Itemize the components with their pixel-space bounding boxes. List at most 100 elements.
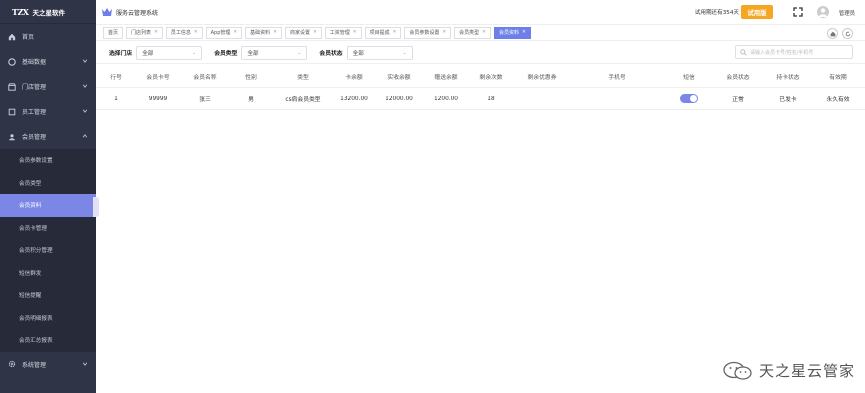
tab-label: 项目提成 bbox=[369, 30, 390, 36]
sms-toggle[interactable] bbox=[680, 94, 698, 103]
remaining-times: 18 bbox=[487, 95, 495, 102]
close-icon[interactable]: ✕ bbox=[522, 30, 526, 35]
tab-merchant-settings[interactable]: 商家设置 ✕ bbox=[284, 26, 322, 39]
gender: 男 bbox=[248, 97, 254, 103]
close-icon[interactable]: ✕ bbox=[442, 30, 446, 35]
sidebar-subitem-member-params[interactable]: 会员参数设置 bbox=[0, 149, 96, 172]
sidebar-item-label: 门店管理 bbox=[22, 84, 47, 91]
tab-label: 首页 bbox=[108, 30, 119, 36]
sidebar-subitem-member-type[interactable]: 会员类型 bbox=[0, 171, 96, 194]
member-status-select-value: 全部 bbox=[352, 50, 364, 57]
chevron-down-icon bbox=[82, 59, 88, 63]
tab-salary[interactable]: 工资管理 ✕ bbox=[324, 26, 362, 39]
tab-label: 会员参数设置 bbox=[409, 30, 440, 36]
close-icon[interactable]: ✕ bbox=[154, 30, 158, 35]
filter-bar: 选择门店 全部 ⌄ 会员类型 全部 ⌄ 会员状态 全部 ⌄ 请输入会员卡号/姓名… bbox=[96, 42, 865, 64]
logo: TZX 天之星软件 bbox=[0, 0, 96, 24]
sidebar-item-label: 首页 bbox=[22, 34, 35, 41]
sidebar-item-staff[interactable]: 员工管理 bbox=[0, 99, 96, 124]
sidebar-subitem-member-detail-report[interactable]: 会员明细报表 bbox=[0, 306, 96, 329]
close-icon[interactable]: ✕ bbox=[393, 30, 397, 35]
member-name: 张三 bbox=[199, 97, 211, 103]
sidebar-item-store[interactable]: 门店管理 bbox=[0, 74, 96, 99]
sidebar-item-basic-data[interactable]: 基础数据 bbox=[0, 49, 96, 74]
chevron-down-icon bbox=[82, 84, 88, 88]
column-header: 持卡状态 bbox=[776, 75, 800, 81]
user-icon bbox=[819, 8, 827, 17]
sidebar-item-system[interactable]: 系统管理 bbox=[0, 352, 96, 377]
tab-tools bbox=[827, 28, 853, 39]
column-header: 类型 bbox=[297, 75, 309, 81]
column-header: 会员名称 bbox=[193, 75, 217, 81]
sidebar-subitem-member-points[interactable]: 会员积分管理 bbox=[0, 239, 96, 262]
sidebar-item-label: 会员管理 bbox=[22, 134, 47, 141]
sidebar-item-member[interactable]: 会员管理 bbox=[0, 124, 96, 149]
system-title: 服务云管理系统 bbox=[116, 9, 159, 17]
card-balance: 13200.00 bbox=[340, 95, 368, 102]
refresh-icon bbox=[845, 31, 850, 36]
chevron-down-icon bbox=[82, 362, 88, 366]
tabs-bar: 首页 门店列表 ✕ 员工信息 ✕ App管理 ✕ 基础资料 ✕ 商家设置 ✕ 工资管理 ✕ … bbox=[96, 24, 865, 41]
fullscreen-icon[interactable] bbox=[793, 7, 803, 17]
member-type-select[interactable]: 全部 ⌄ bbox=[241, 45, 308, 60]
tab-member-profile[interactable]: 会员资料 ✕ bbox=[493, 26, 531, 39]
tab-basic-data[interactable]: 基础资料 ✕ bbox=[245, 26, 282, 39]
column-header: 会员卡号 bbox=[146, 75, 170, 81]
watermark-text: 天之星云管家 bbox=[758, 362, 855, 380]
store-select[interactable]: 全部 ⌄ bbox=[136, 45, 203, 60]
sidebar: TZX 天之星软件 首页 基础数据 门店管理 员工管理 会员管理 会员参数设置 … bbox=[0, 0, 96, 393]
row-number: 1 bbox=[114, 95, 118, 102]
database-icon bbox=[8, 57, 16, 66]
trial-days-text: 试用期还有354天 bbox=[694, 10, 739, 16]
member-status: 正常 bbox=[732, 97, 744, 103]
trial-version-button[interactable]: 试用版 bbox=[741, 5, 773, 19]
member-type-select-value: 全部 bbox=[247, 50, 259, 57]
avatar[interactable] bbox=[817, 6, 829, 18]
gear-icon bbox=[8, 360, 16, 368]
sidebar-collapse-handle[interactable] bbox=[93, 197, 99, 217]
sidebar-item-home[interactable]: 首页 bbox=[0, 24, 96, 49]
close-icon[interactable]: ✕ bbox=[233, 30, 237, 35]
tab-staff-info[interactable]: 员工信息 ✕ bbox=[165, 26, 203, 39]
store-select-value: 全部 bbox=[142, 50, 154, 57]
close-icon[interactable]: ✕ bbox=[313, 30, 317, 35]
tab-member-type[interactable]: 会员类型 ✕ bbox=[454, 26, 491, 39]
member-icon bbox=[9, 133, 15, 140]
close-icon[interactable]: ✕ bbox=[194, 30, 198, 35]
sidebar-subitem-member-profile[interactable]: 会员资料 bbox=[0, 194, 96, 217]
chevron-down-icon: ⌄ bbox=[192, 49, 197, 56]
tab-home-button[interactable] bbox=[827, 28, 838, 39]
card-number: 99999 bbox=[148, 95, 168, 102]
tab-commission[interactable]: 项目提成 ✕ bbox=[364, 26, 402, 39]
tab-app-manage[interactable]: App管理 ✕ bbox=[205, 26, 243, 39]
tab-member-params[interactable]: 会员参数设置 ✕ bbox=[404, 26, 452, 39]
home-icon bbox=[830, 31, 835, 36]
search-input[interactable]: 请输入会员卡号/姓名/手机号 bbox=[735, 45, 853, 59]
tab-home[interactable]: 首页 bbox=[103, 26, 124, 39]
sidebar-subitem-member-card[interactable]: 会员卡管理 bbox=[0, 216, 96, 239]
member-status-filter-label: 会员状态 bbox=[319, 51, 343, 57]
tab-label: App管理 bbox=[210, 30, 231, 36]
sidebar-subitem-sms-reminder[interactable]: 短信提醒 bbox=[0, 284, 96, 307]
close-icon[interactable]: ✕ bbox=[482, 30, 486, 35]
sidebar-item-label: 员工管理 bbox=[22, 109, 47, 116]
sidebar-subitem-member-summary-report[interactable]: 会员汇总报表 bbox=[0, 329, 96, 352]
tab-store-list[interactable]: 门店列表 ✕ bbox=[126, 26, 163, 39]
tab-label: 商家设置 bbox=[289, 30, 310, 36]
store-filter-label: 选择门店 bbox=[109, 51, 133, 57]
search-icon bbox=[740, 49, 747, 56]
close-icon[interactable]: ✕ bbox=[353, 30, 357, 35]
refresh-button[interactable] bbox=[842, 28, 853, 39]
gift-balance: 1200.00 bbox=[434, 95, 458, 102]
tab-label: 基础资料 bbox=[250, 30, 271, 36]
column-header: 性别 bbox=[245, 75, 257, 81]
close-icon[interactable]: ✕ bbox=[273, 30, 277, 35]
member-status-select[interactable]: 全部 ⌄ bbox=[346, 45, 413, 60]
table-header: 行号 会员卡号 会员名称 性别 类型 卡余额 实收余额 赠送余额 剩余次数 剩余… bbox=[96, 66, 865, 88]
chevron-down-icon: ⌄ bbox=[297, 49, 302, 56]
table-row[interactable]: 1 99999 张三 男 cs肩会员类型 13200.00 12000.00 1… bbox=[96, 88, 865, 110]
sms-toggle-cell bbox=[664, 94, 714, 103]
logo-name: 天之星软件 bbox=[32, 8, 66, 17]
user-name[interactable]: 管理员 bbox=[839, 9, 855, 17]
sidebar-subitem-sms-broadcast[interactable]: 短信群发 bbox=[0, 261, 96, 284]
